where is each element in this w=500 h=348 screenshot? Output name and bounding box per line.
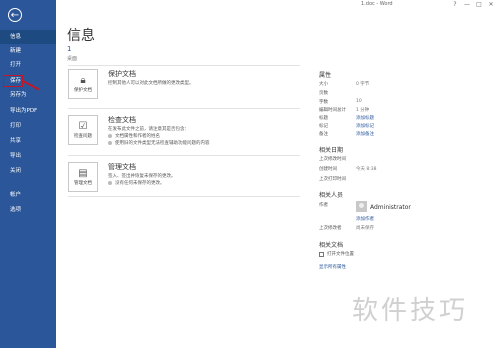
nav-options[interactable]: 选项 [0, 203, 56, 217]
nav-save-as[interactable]: 另存为 [0, 88, 56, 102]
property-label: 字数 [319, 100, 328, 105]
back-arrow-icon[interactable]: ← [8, 8, 22, 22]
date-value: 今天 8:38 [356, 167, 377, 172]
document-count: 1 [67, 45, 72, 53]
divider [68, 108, 300, 109]
watermark-text: 软件技巧 [352, 296, 469, 326]
nav-info[interactable]: 信息 [0, 30, 56, 44]
folder-icon [319, 252, 324, 257]
nav-open[interactable]: 打开 [0, 58, 56, 72]
divider [68, 155, 300, 156]
manage-document-button[interactable]: ▤ 管理文档 [68, 162, 98, 192]
manage-item: 没有任何未保存的更改。 [108, 180, 165, 186]
lock-icon: 🔒︎ [80, 75, 86, 86]
author-name[interactable]: Administrator [370, 204, 411, 211]
date-label: 上次打印时间 [319, 177, 346, 182]
date-label: 上次修改时间 [319, 157, 346, 162]
inspect-document-icon: ☑ [78, 121, 88, 132]
nav-share[interactable]: 共享 [0, 134, 56, 148]
nav-export-pdf[interactable]: 导出为PDF [0, 104, 56, 118]
save-highlight-box [3, 75, 23, 87]
property-value: 0 字节 [356, 82, 370, 87]
last-modified-by-value: 尚未保存 [356, 226, 374, 231]
property-label: 标记 [319, 124, 328, 129]
protect-heading: 保护文档 [108, 70, 136, 78]
manage-description: 签入、签出并恢复未保存的更改。 [108, 174, 176, 179]
author-label: 作者 [319, 203, 328, 208]
nav-export[interactable]: 导出 [0, 149, 56, 163]
date-label: 创建时间 [319, 167, 337, 172]
property-label: 编辑时间总计 [319, 108, 346, 113]
check-issues-label: 检查问题 [74, 134, 92, 139]
related-people-title: 相关人员 [319, 192, 344, 199]
related-dates-title: 相关日期 [319, 147, 344, 154]
bullet-icon [108, 180, 112, 185]
protect-description: 控制其他人可以对此文档所做的更改类型。 [108, 81, 194, 86]
property-value: 1 分钟 [356, 108, 370, 113]
open-file-location-link[interactable]: 打开文件位置 [327, 251, 354, 257]
add-comment-field[interactable]: 添加备注 [356, 131, 374, 137]
add-tag-field[interactable]: 添加标记 [356, 123, 374, 129]
protect-document-button[interactable]: 🔒︎ 保护文档 [68, 69, 98, 99]
property-label: 标题 [319, 116, 328, 121]
add-title-field[interactable]: 添加标题 [356, 115, 374, 121]
document-location: 桌面 [67, 56, 78, 62]
nav-account[interactable]: 帐户 [0, 188, 56, 202]
add-author-link[interactable]: 添加作者 [356, 216, 374, 222]
nav-new[interactable]: 新建 [0, 44, 56, 58]
show-all-properties-link[interactable]: 显示所有属性 [319, 264, 346, 270]
bullet-icon [108, 133, 112, 138]
protect-button-label: 保护文档 [74, 88, 92, 93]
inspect-heading: 检查文档 [108, 116, 136, 124]
check-issues-button[interactable]: ☑ 检查问题 [68, 115, 98, 145]
inspect-description: 在发布此文件之前，请注意其是否包含： [108, 127, 189, 132]
related-documents-title: 相关文档 [319, 242, 344, 249]
avatar [356, 201, 367, 212]
bullet-icon [108, 140, 112, 145]
manage-heading: 管理文档 [108, 163, 136, 171]
inspect-item: 使用旧的文件类型无法检查辅助功能问题的内容 [108, 140, 210, 146]
last-modified-by-label: 上次修改者 [319, 226, 342, 231]
properties-title[interactable]: 属性 [319, 70, 331, 79]
manage-button-label: 管理文档 [74, 181, 92, 186]
property-label: 大小 [319, 82, 328, 87]
page-title: 信息 [67, 28, 95, 44]
property-label: 备注 [319, 132, 328, 137]
property-label: 页数 [319, 91, 328, 96]
property-value: 10 [356, 99, 362, 104]
divider [68, 196, 300, 197]
nav-print[interactable]: 打印 [0, 119, 56, 133]
divider [68, 65, 300, 66]
nav-close[interactable]: 关闭 [0, 164, 56, 178]
manage-document-icon: ▤ [78, 168, 88, 179]
backstage-sidebar: ← 信息 新建 打开 保存 另存为 导出为PDF 打印 共享 导出 关闭 帐户 … [0, 0, 56, 348]
inspect-item: 文档属性和作者的姓名 [108, 133, 160, 139]
